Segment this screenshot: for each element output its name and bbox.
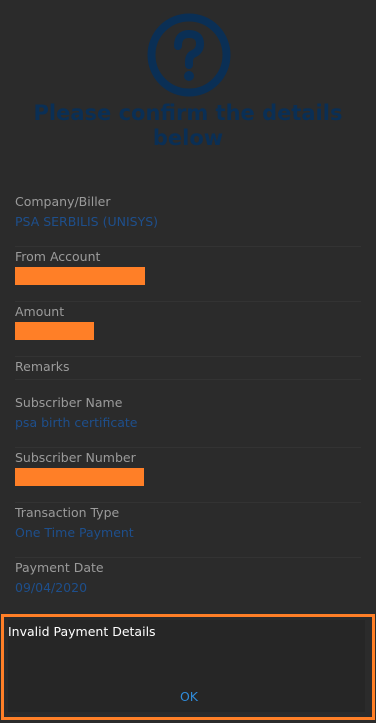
redaction-block [15,322,94,340]
ok-button[interactable]: OK [172,686,206,708]
field-value: One Time Payment [15,525,134,540]
field-label: Subscriber Number [15,450,136,465]
confirm-details-screen: Please confirm the details below Company… [0,0,376,723]
field-label: Transaction Type [15,505,120,520]
field-subscriber-name: Subscriber Name psa birth certificate [15,395,361,448]
field-remarks: Remarks [15,359,361,380]
field-label: From Account [15,249,101,264]
field-label: Company/Biller [15,194,111,209]
redaction-block [15,267,145,285]
field-amount: Amount [15,304,361,357]
field-payment-date: Payment Date 09/04/2020 [15,560,361,612]
redaction-block [15,468,144,486]
field-from-account: From Account [15,249,361,302]
page-title-line-2: below [152,126,224,150]
page-title: Please confirm the details below [0,101,376,151]
question-mark-icon [147,13,231,97]
field-subscriber-number: Subscriber Number [15,450,361,503]
field-label: Payment Date [15,560,104,575]
dialog-message: Invalid Payment Details [8,624,156,639]
field-company-biller: Company/Biller PSA SERBILIS (UNISYS) [15,194,361,247]
field-value: 09/04/2020 [15,580,88,595]
field-label: Subscriber Name [15,395,123,410]
field-value: PSA SERBILIS (UNISYS) [15,214,159,229]
page-title-line-1: Please confirm the details [33,101,343,125]
field-label: Remarks [15,359,70,374]
field-transaction-type: Transaction Type One Time Payment [15,505,361,558]
field-label: Amount [15,304,65,319]
field-value: psa birth certificate [15,415,138,430]
